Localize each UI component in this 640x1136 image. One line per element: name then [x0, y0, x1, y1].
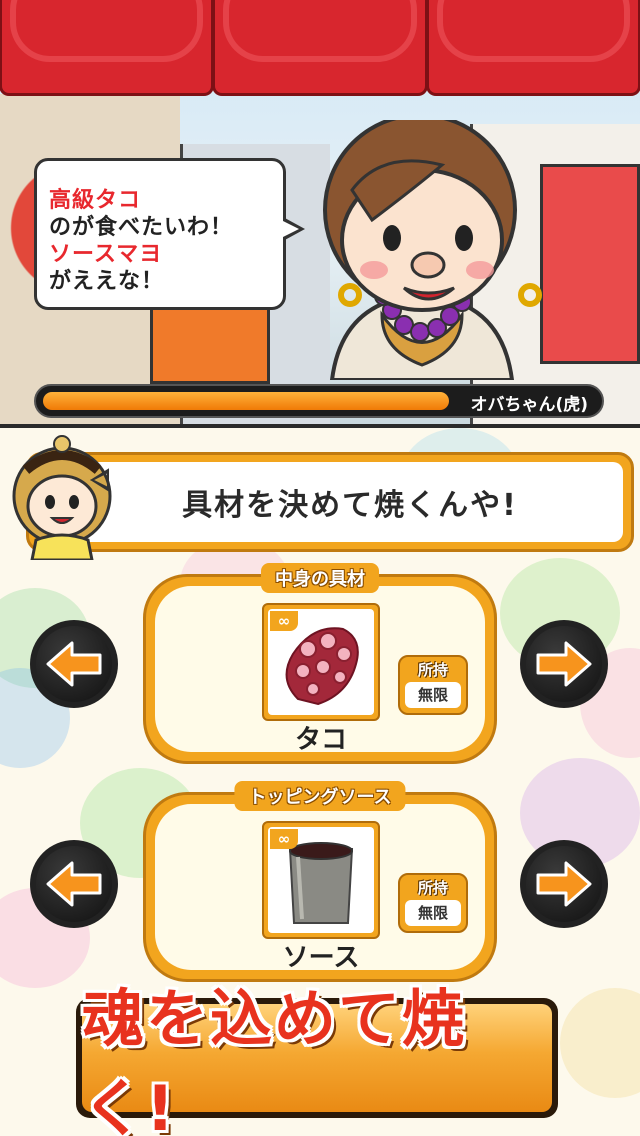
- arrow-left-icon: [46, 861, 102, 907]
- curtain-panel: [212, 0, 428, 96]
- bake-button-face: 魂を込めて焼く!: [82, 982, 552, 1136]
- speech-line-4: がええな！: [49, 269, 165, 294]
- topping-selector: トッピングソース ∞ ソース 所持 無限: [143, 781, 497, 982]
- filling-stock-label: 所持: [417, 661, 448, 679]
- topping-next-core: [526, 846, 602, 922]
- instruction-inner: 具材を決めて焼くんや!: [37, 462, 623, 542]
- filling-name: タコ: [294, 725, 347, 755]
- instruction-text: 具材を決めて焼くんや!: [182, 488, 518, 523]
- filling-header: 中身の具材: [261, 563, 379, 593]
- filling-stock-badge: 所持 無限: [398, 655, 468, 715]
- noren-curtain: [0, 0, 640, 96]
- arrow-left-icon: [46, 641, 102, 687]
- arrow-right-icon: [536, 861, 592, 907]
- red-sign: [540, 164, 640, 364]
- speech-line-1: 高級タコ: [49, 188, 142, 213]
- infinity-icon: ∞: [270, 829, 298, 849]
- customer-name: オバちゃん(虎): [470, 395, 588, 415]
- selection-panel: 具材を決めて焼くんや! 中身の具材 ∞ タコ 所持 無限 トッピングソース ∞ …: [0, 428, 640, 1136]
- speech-line-2: のが食べたいわ！: [49, 215, 234, 240]
- infinity-icon: ∞: [270, 611, 298, 631]
- patience-fill: [43, 392, 449, 410]
- bg-character: [560, 988, 640, 1098]
- filling-thumbnail[interactable]: ∞: [262, 603, 380, 721]
- bake-button-label: 魂を込めて焼く!: [82, 982, 467, 1136]
- arrow-right-icon: [536, 641, 592, 687]
- filling-next-button[interactable]: [520, 620, 608, 708]
- filling-prev-core: [36, 626, 112, 702]
- topping-stock-label: 所持: [417, 879, 448, 897]
- street-scene: 高級タコ のが食べたいわ！ ソースマヨ がええな！ オバちゃん(虎): [0, 0, 640, 424]
- filling-prev-button[interactable]: [30, 620, 118, 708]
- topping-image: ∞: [268, 827, 374, 933]
- curtain-panel: [0, 0, 215, 96]
- topping-prev-button[interactable]: [30, 840, 118, 928]
- bake-button[interactable]: 魂を込めて焼く!: [76, 982, 558, 1136]
- speech-line-3: ソースマヨ: [49, 242, 163, 267]
- filling-next-core: [526, 626, 602, 702]
- topping-thumbnail[interactable]: ∞: [262, 821, 380, 939]
- topping-next-button[interactable]: [520, 840, 608, 928]
- filling-image: ∞: [268, 609, 374, 715]
- customer-patience-bar: オバちゃん(虎): [34, 384, 604, 418]
- filling-stock-value: 無限: [405, 682, 461, 708]
- topping-stock-value: 無限: [405, 900, 461, 926]
- speech-bubble: 高級タコ のが食べたいわ！ ソースマヨ がええな！: [34, 158, 305, 310]
- mascot-character: [12, 435, 112, 560]
- filling-selector: 中身の具材 ∞ タコ 所持 無限: [143, 563, 497, 764]
- topping-header: トッピングソース: [234, 781, 406, 811]
- topping-stock-badge: 所持 無限: [398, 873, 468, 933]
- customer-character: [323, 120, 542, 380]
- topping-prev-core: [36, 846, 112, 922]
- curtain-panel: [425, 0, 640, 96]
